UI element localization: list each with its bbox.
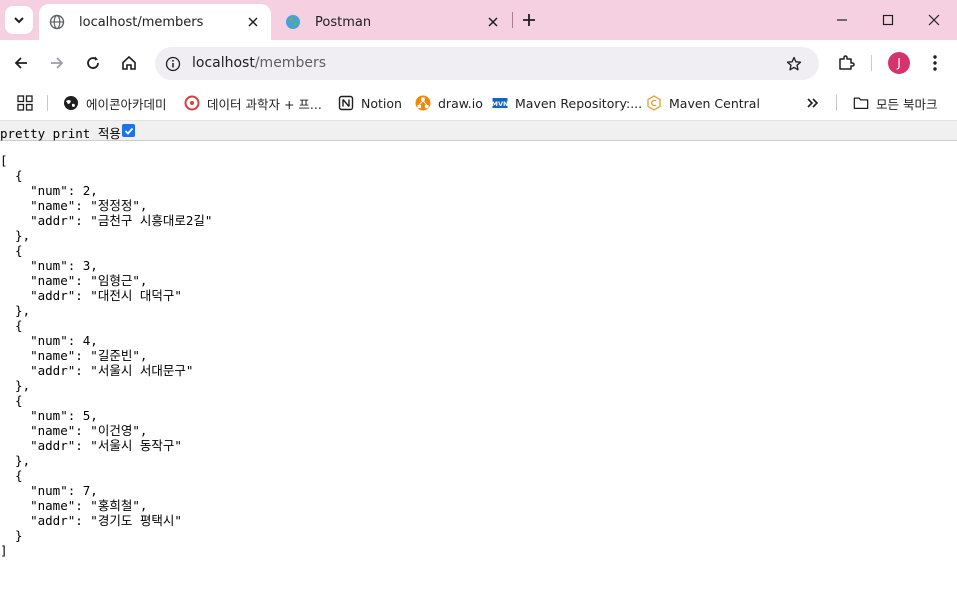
more-bookmarks-button[interactable] [806,92,820,114]
url-path: /members [254,55,326,71]
bookmarks-separator [836,95,837,111]
maven-central-icon [646,95,662,111]
arrow-right-icon [51,57,64,69]
bookmark-label: Maven Central [669,95,760,111]
back-button[interactable] [7,49,35,77]
bookmark-maven-central[interactable]: Maven Central [646,92,760,114]
close-tab-icon[interactable] [241,10,265,34]
puzzle-icon [839,55,855,70]
extensions-button[interactable] [832,49,860,77]
bookmark-maven-repository[interactable]: MVN Maven Repository:... [492,92,642,114]
bookmark-notion[interactable]: Notion [338,92,402,114]
reload-icon [87,56,99,69]
plus-icon [523,14,535,26]
tab-title: localhost/members [79,14,204,30]
bookmark-label: 에이콘아카데미 [86,96,167,112]
more-vertical-icon [933,55,937,71]
forward-button[interactable] [43,49,71,77]
checkmark-icon [124,127,133,135]
browser-toolbar: localhost/members [0,40,957,86]
pretty-print-checkbox[interactable] [122,124,135,137]
new-tab-button[interactable] [517,8,541,32]
bookmark-label: 데이터 과학자 + 프... [207,96,322,112]
bookmark-data-scientist[interactable]: 데이터 과학자 + 프... [184,92,322,114]
close-window-button[interactable] [911,0,957,40]
apps-button[interactable] [17,92,33,114]
bookmark-label: draw.io [438,95,483,111]
url-host: localhost [192,55,255,71]
minimize-icon [837,19,847,21]
chevron-down-icon [14,17,24,24]
tab-title: Postman [315,14,372,30]
globe-icon [49,14,65,30]
minimize-button[interactable] [819,0,865,40]
pretty-print-label: pretty print 적용 [0,126,121,141]
drawio-icon [415,95,431,111]
tab-separator [512,12,513,28]
home-icon [122,55,136,70]
tab-postman[interactable]: Postman [275,4,511,40]
bookmark-star-icon[interactable] [783,53,805,75]
profile-avatar[interactable]: J [888,52,910,74]
maximize-button[interactable] [865,0,911,40]
arrow-left-icon [14,57,27,69]
globe-icon [63,95,79,111]
home-button[interactable] [115,49,143,77]
bookmark-label: 모든 북마크 [876,96,938,112]
json-output: [ { "num": 2, "name": "정정정", "addr": "금천… [0,153,213,558]
maximize-icon [882,14,894,26]
double-chevron-right-icon [807,98,819,108]
reload-button[interactable] [79,49,107,77]
address-url[interactable]: localhost/members [192,55,326,71]
site-info-icon[interactable] [163,54,183,74]
menu-button[interactable] [921,49,949,77]
bookmarks-separator [47,95,48,111]
earth-icon [285,14,301,30]
tab-search-button[interactable] [5,6,33,34]
bookmark-label: Notion [361,95,402,111]
bookmarks-bar: 에이콘아카데미 데이터 과학자 + 프... Notion draw.io MV… [0,86,957,121]
apps-grid-icon [17,95,33,111]
toolbar-separator [871,55,872,71]
pretty-print-bar: pretty print 적용 [0,121,957,141]
all-bookmarks-button[interactable]: 모든 북마크 [853,92,937,114]
close-icon [928,14,940,26]
title-bar: localhost/members Postman [0,0,957,40]
bookmark-acorn-academy[interactable]: 에이콘아카데미 [63,92,167,114]
address-bar[interactable]: localhost/members [155,47,819,80]
notion-icon [338,95,354,111]
close-tab-icon[interactable] [481,10,505,34]
red-circle-icon [184,95,200,111]
folder-icon [853,95,869,111]
svg-text:MVN: MVN [492,100,508,108]
bookmark-label: Maven Repository:... [515,95,643,111]
tab-localhost-members[interactable]: localhost/members [39,4,271,40]
page-content: pretty print 적용 [ { "num": 2, "name": "정… [0,121,957,597]
bookmark-drawio[interactable]: draw.io [415,92,483,114]
mvn-icon: MVN [492,95,508,111]
